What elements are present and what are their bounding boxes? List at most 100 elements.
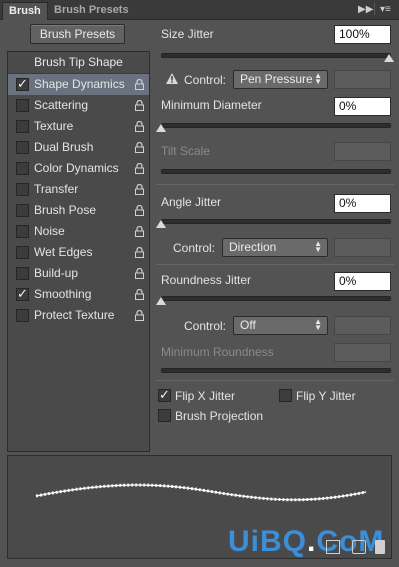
control-select-1-value: Pen Pressure bbox=[240, 72, 313, 86]
brush-setting-label: Scattering bbox=[34, 98, 89, 112]
lock-icon[interactable] bbox=[135, 142, 144, 153]
checkbox[interactable] bbox=[16, 225, 29, 238]
brush-settings-list: Brush Tip Shape ✓ Shape Dynamics Scatterin… bbox=[7, 51, 150, 452]
lock-icon[interactable] bbox=[135, 268, 144, 279]
brush-setting-label: Shape Dynamics bbox=[34, 77, 125, 91]
brush-setting-label: Transfer bbox=[34, 182, 79, 196]
control-select-2[interactable]: Direction ▲ ▼ bbox=[222, 238, 328, 257]
brush-setting-item[interactable]: Wet Edges bbox=[8, 242, 149, 263]
brush-setting-label: Wet Edges bbox=[34, 245, 93, 259]
brush-projection-label: Brush Projection bbox=[175, 409, 264, 423]
brush-setting-label: Brush Pose bbox=[34, 203, 97, 217]
brush-setting-label: Smoothing bbox=[34, 287, 92, 301]
brush-setting-item[interactable]: Texture bbox=[8, 116, 149, 137]
grid-toggle-icon[interactable] bbox=[352, 540, 366, 554]
lock-icon[interactable] bbox=[135, 310, 144, 321]
checkbox[interactable]: ✓ bbox=[16, 286, 29, 301]
checkbox[interactable] bbox=[16, 267, 29, 280]
tab-brush[interactable]: Brush bbox=[2, 2, 48, 20]
checkmark-icon: ✓ bbox=[17, 76, 28, 91]
minimum-diameter-thumb[interactable] bbox=[156, 124, 166, 132]
lock-icon[interactable] bbox=[135, 121, 144, 132]
divider bbox=[156, 184, 394, 185]
angle-jitter-thumb[interactable] bbox=[156, 220, 166, 228]
brush-setting-label: Dual Brush bbox=[34, 140, 94, 154]
tilt-scale-slider bbox=[161, 169, 391, 174]
control-select-1[interactable]: Pen Pressure ▲ ▼ bbox=[233, 70, 328, 89]
brush-setting-item[interactable]: Scattering bbox=[8, 95, 149, 116]
tab-brush-presets[interactable]: Brush Presets bbox=[48, 2, 135, 20]
checkbox[interactable] bbox=[16, 141, 29, 154]
tab-divider bbox=[374, 3, 375, 15]
brush-setting-label: Noise bbox=[34, 224, 65, 238]
brush-projection-checkbox[interactable] bbox=[158, 409, 171, 422]
warning-icon bbox=[166, 73, 178, 84]
brush-setting-label: Texture bbox=[34, 119, 74, 133]
minimum-diameter-label: Minimum Diameter bbox=[161, 98, 262, 112]
flip-x-label: Flip X Jitter bbox=[175, 389, 236, 403]
lock-icon[interactable] bbox=[135, 184, 144, 195]
trash-icon[interactable] bbox=[375, 540, 385, 554]
flip-y-checkbox[interactable] bbox=[279, 389, 292, 402]
checkbox[interactable] bbox=[16, 204, 29, 217]
checkbox[interactable] bbox=[16, 183, 29, 196]
control-1-extra-field bbox=[334, 70, 391, 89]
checkbox[interactable] bbox=[16, 246, 29, 259]
panel-tab-bar: Brush Brush Presets ▶▶ ▾≡ bbox=[0, 0, 399, 20]
brush-setting-item[interactable]: Dual Brush bbox=[8, 137, 149, 158]
panel-menu-icon[interactable]: ▾≡ bbox=[380, 3, 391, 17]
tilt-scale-field bbox=[334, 142, 391, 161]
lock-icon[interactable] bbox=[135, 289, 144, 300]
brush-setting-item[interactable]: Build-up bbox=[8, 263, 149, 284]
size-jitter-label: Size Jitter bbox=[161, 27, 214, 41]
brush-setting-item[interactable]: ✓ Smoothing bbox=[8, 284, 149, 305]
brush-setting-item[interactable]: ✓ Shape Dynamics bbox=[8, 74, 149, 95]
control-3-extra-field bbox=[334, 316, 391, 335]
size-jitter-field[interactable]: 100% bbox=[334, 25, 391, 44]
roundness-jitter-label: Roundness Jitter bbox=[161, 273, 252, 287]
lock-icon[interactable] bbox=[135, 79, 144, 90]
brush-setting-item[interactable]: Noise bbox=[8, 221, 149, 242]
angle-jitter-field[interactable]: 0% bbox=[334, 194, 391, 213]
checkmark-icon: ✓ bbox=[159, 387, 170, 402]
lock-icon[interactable] bbox=[135, 100, 144, 111]
roundness-jitter-thumb[interactable] bbox=[156, 297, 166, 305]
lock-icon[interactable] bbox=[135, 226, 144, 237]
flip-x-checkbox[interactable]: ✓ bbox=[158, 387, 171, 402]
control-label-1: Control: bbox=[184, 73, 227, 87]
brush-setting-item[interactable]: Brush Pose bbox=[8, 200, 149, 221]
brush-setting-label: Build-up bbox=[34, 266, 79, 280]
brush-setting-item[interactable]: Color Dynamics bbox=[8, 158, 149, 179]
minimum-roundness-label: Minimum Roundness bbox=[161, 345, 274, 359]
divider bbox=[156, 264, 394, 265]
select-arrows-icon: ▲ ▼ bbox=[314, 239, 322, 254]
brush-setting-item[interactable]: Transfer bbox=[8, 179, 149, 200]
lock-icon[interactable] bbox=[135, 247, 144, 258]
checkbox[interactable] bbox=[16, 309, 29, 322]
checkbox[interactable]: ✓ bbox=[16, 76, 29, 91]
brush-setting-item[interactable]: Protect Texture bbox=[8, 305, 149, 326]
collapse-panel-icon[interactable]: ▶▶ bbox=[358, 3, 373, 17]
checkbox[interactable] bbox=[16, 120, 29, 133]
checkbox[interactable] bbox=[16, 99, 29, 112]
brush-tip-shape-item[interactable]: Brush Tip Shape bbox=[8, 52, 149, 74]
angle-jitter-slider[interactable] bbox=[161, 219, 391, 224]
lock-icon[interactable] bbox=[135, 163, 144, 174]
control-select-3-value: Off bbox=[240, 318, 256, 332]
roundness-jitter-slider[interactable] bbox=[161, 296, 391, 301]
checkbox[interactable] bbox=[16, 162, 29, 175]
tilt-scale-label: Tilt Scale bbox=[161, 144, 210, 158]
roundness-jitter-field[interactable]: 0% bbox=[334, 272, 391, 291]
brush-presets-button[interactable]: Brush Presets bbox=[30, 24, 125, 44]
minimum-diameter-field[interactable]: 0% bbox=[334, 97, 391, 116]
control-label-3: Control: bbox=[184, 319, 227, 333]
size-jitter-thumb[interactable] bbox=[384, 54, 394, 62]
control-select-3[interactable]: Off ▲ ▼ bbox=[233, 316, 328, 335]
control-label-2: Control: bbox=[173, 241, 216, 255]
lock-icon[interactable] bbox=[135, 205, 144, 216]
minimum-diameter-slider[interactable] bbox=[161, 123, 391, 128]
flip-y-label: Flip Y Jitter bbox=[296, 389, 356, 403]
new-preset-icon[interactable] bbox=[326, 540, 340, 554]
brush-setting-label: Color Dynamics bbox=[34, 161, 119, 175]
size-jitter-slider[interactable] bbox=[161, 53, 391, 58]
